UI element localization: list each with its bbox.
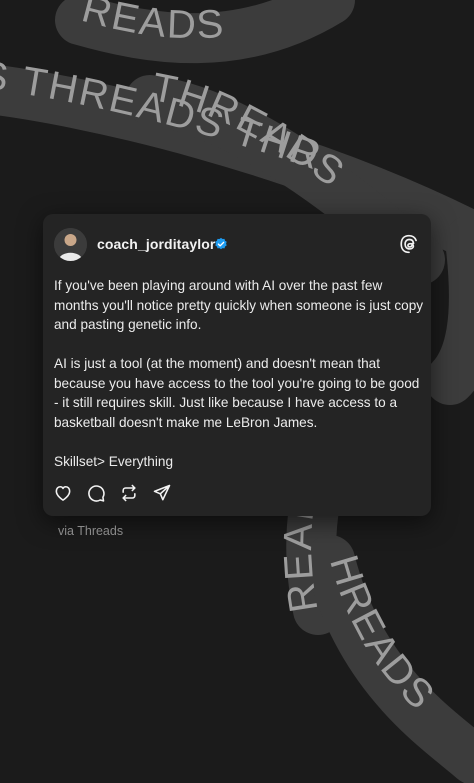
post-paragraph-1: If you've been playing around with AI ov…: [54, 278, 424, 332]
share-icon[interactable]: [152, 483, 172, 503]
post-paragraph-3: Skillset> Everything: [54, 453, 173, 469]
username[interactable]: coach_jorditaylor: [97, 236, 215, 252]
avatar[interactable]: [54, 228, 87, 261]
threads-logo-icon[interactable]: [399, 234, 419, 254]
post-body: If you've been playing around with AI ov…: [54, 276, 426, 491]
via-threads-label: via Threads: [58, 524, 124, 538]
post-paragraph-2: AI is just a tool (at the moment) and do…: [54, 356, 420, 430]
verified-badge-icon: [215, 237, 227, 250]
heart-icon[interactable]: [53, 483, 73, 503]
repost-icon[interactable]: [119, 483, 139, 503]
comment-icon[interactable]: [86, 483, 106, 503]
threads-post-card: coach_jorditaylor If you've been playing…: [43, 214, 431, 516]
